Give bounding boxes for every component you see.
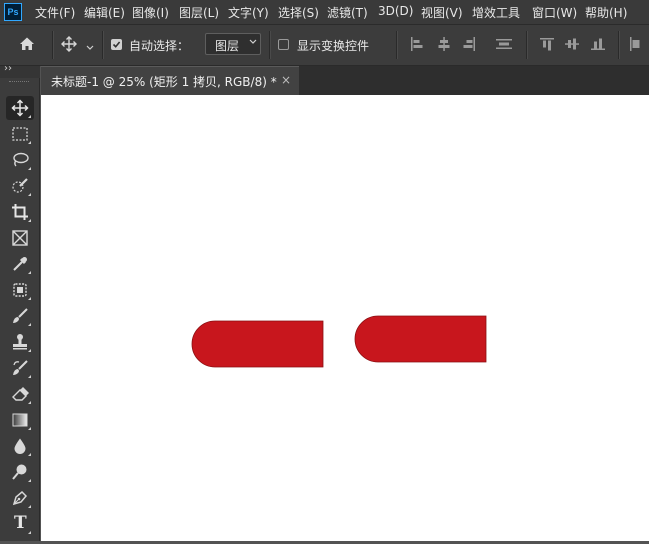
eraser-tool[interactable] [6, 382, 34, 406]
document-canvas[interactable] [41, 95, 649, 541]
align-bottom-icon[interactable] [591, 37, 605, 54]
align-vertical-center-icon[interactable] [565, 37, 579, 54]
options-bar: 自动选择： 图层 显示变换控件 [0, 25, 649, 66]
move-icon [11, 99, 29, 117]
show-transform-checkbox[interactable] [278, 39, 289, 50]
quick-select-tool[interactable] [6, 174, 34, 198]
document-tab-strip: 未标题-1 @ 25% (矩形 1 拷贝, RGB/8) * × [41, 66, 649, 95]
distribute-horizontal-icon[interactable] [496, 37, 512, 54]
separator [618, 31, 620, 59]
healing-brush-tool[interactable] [6, 278, 34, 302]
menu-layer[interactable]: 图层(L) [179, 4, 219, 21]
separator [396, 31, 398, 59]
pen-icon [12, 490, 28, 506]
rounded-rectangle-shape[interactable] [191, 320, 324, 368]
panel-grip[interactable] [9, 81, 29, 84]
pen-tool[interactable] [6, 486, 34, 510]
check-icon [112, 41, 121, 48]
eraser-icon [12, 387, 29, 401]
type-icon: T [14, 513, 27, 533]
lasso-tool[interactable] [6, 148, 34, 172]
menu-filter[interactable]: 滤镜(T) [327, 4, 368, 21]
history-brush-tool[interactable] [6, 356, 34, 380]
document-tab[interactable]: 未标题-1 @ 25% (矩形 1 拷贝, RGB/8) * × [41, 66, 299, 95]
clone-stamp-tool[interactable] [6, 330, 34, 354]
chevron-down-icon[interactable] [86, 40, 94, 54]
marquee-tool[interactable] [6, 122, 34, 146]
auto-select-label: 自动选择： [129, 39, 190, 53]
quick-select-icon [12, 178, 28, 193]
brush-icon [13, 308, 28, 323]
menu-help[interactable]: 帮助(H) [585, 4, 627, 21]
dodge-tool[interactable] [6, 460, 34, 484]
rectangular-marquee-icon [12, 127, 28, 141]
show-transform-label: 显示变换控件 [297, 39, 370, 53]
double-chevron-icon: ›› [4, 63, 12, 74]
gradient-tool[interactable] [6, 408, 34, 432]
crop-icon [12, 204, 28, 220]
menu-type[interactable]: 文字(Y) [228, 4, 269, 21]
crop-tool[interactable] [6, 200, 34, 224]
canvas-artwork [191, 315, 487, 368]
type-tool[interactable]: T [6, 512, 34, 536]
menu-bar: Ps 文件(F) 编辑(E) 图像(I) 图层(L) 文字(Y) 选择(S) 滤… [0, 0, 649, 25]
menu-plugins[interactable]: 增效工具 [472, 4, 520, 21]
dodge-icon [12, 464, 27, 480]
tools-panel: T [0, 78, 40, 541]
align-right-icon[interactable] [462, 37, 476, 54]
frame-icon [12, 230, 28, 246]
auto-select-target-value: 图层 [215, 39, 240, 53]
document-tab-title: 未标题-1 @ 25% (矩形 1 拷贝, RGB/8) * [51, 75, 277, 89]
align-horizontal-center-icon[interactable] [437, 37, 451, 54]
separator [52, 31, 54, 59]
separator [269, 31, 271, 59]
auto-select-checkbox[interactable] [111, 39, 122, 50]
photoshop-logo-icon[interactable]: Ps [4, 3, 22, 21]
eyedropper-icon [13, 257, 27, 271]
move-tool[interactable] [6, 96, 34, 120]
gradient-icon [12, 413, 28, 427]
frame-tool[interactable] [6, 226, 34, 250]
menu-window[interactable]: 窗口(W) [532, 4, 577, 21]
separator [526, 31, 528, 59]
auto-select-target-dropdown[interactable]: 图层 [205, 33, 261, 55]
chevron-down-icon [249, 39, 257, 44]
lasso-icon [13, 152, 29, 167]
menu-edit[interactable]: 编辑(E) [84, 4, 125, 21]
eyedropper-tool[interactable] [6, 252, 34, 276]
move-tool-preset-icon[interactable] [61, 36, 77, 55]
distribute-left-icon[interactable] [629, 37, 643, 54]
align-top-icon[interactable] [540, 37, 554, 54]
menu-select[interactable]: 选择(S) [278, 4, 319, 21]
brush-tool[interactable] [6, 304, 34, 328]
tools-collapse-button[interactable]: ›› [0, 63, 40, 78]
separator [102, 31, 104, 59]
rounded-rectangle-copy-shape[interactable] [354, 315, 487, 363]
menu-file[interactable]: 文件(F) [35, 4, 75, 21]
home-icon[interactable] [18, 35, 36, 56]
droplet-icon [14, 438, 26, 454]
align-left-icon[interactable] [410, 37, 424, 54]
bandage-icon [13, 283, 27, 297]
close-icon[interactable]: × [281, 73, 291, 87]
menu-view[interactable]: 视图(V) [421, 4, 463, 21]
menu-image[interactable]: 图像(I) [132, 4, 169, 21]
blur-tool[interactable] [6, 434, 34, 458]
history-brush-icon [13, 360, 28, 375]
menu-3d[interactable]: 3D(D) [378, 4, 413, 18]
stamp-icon [13, 334, 27, 350]
